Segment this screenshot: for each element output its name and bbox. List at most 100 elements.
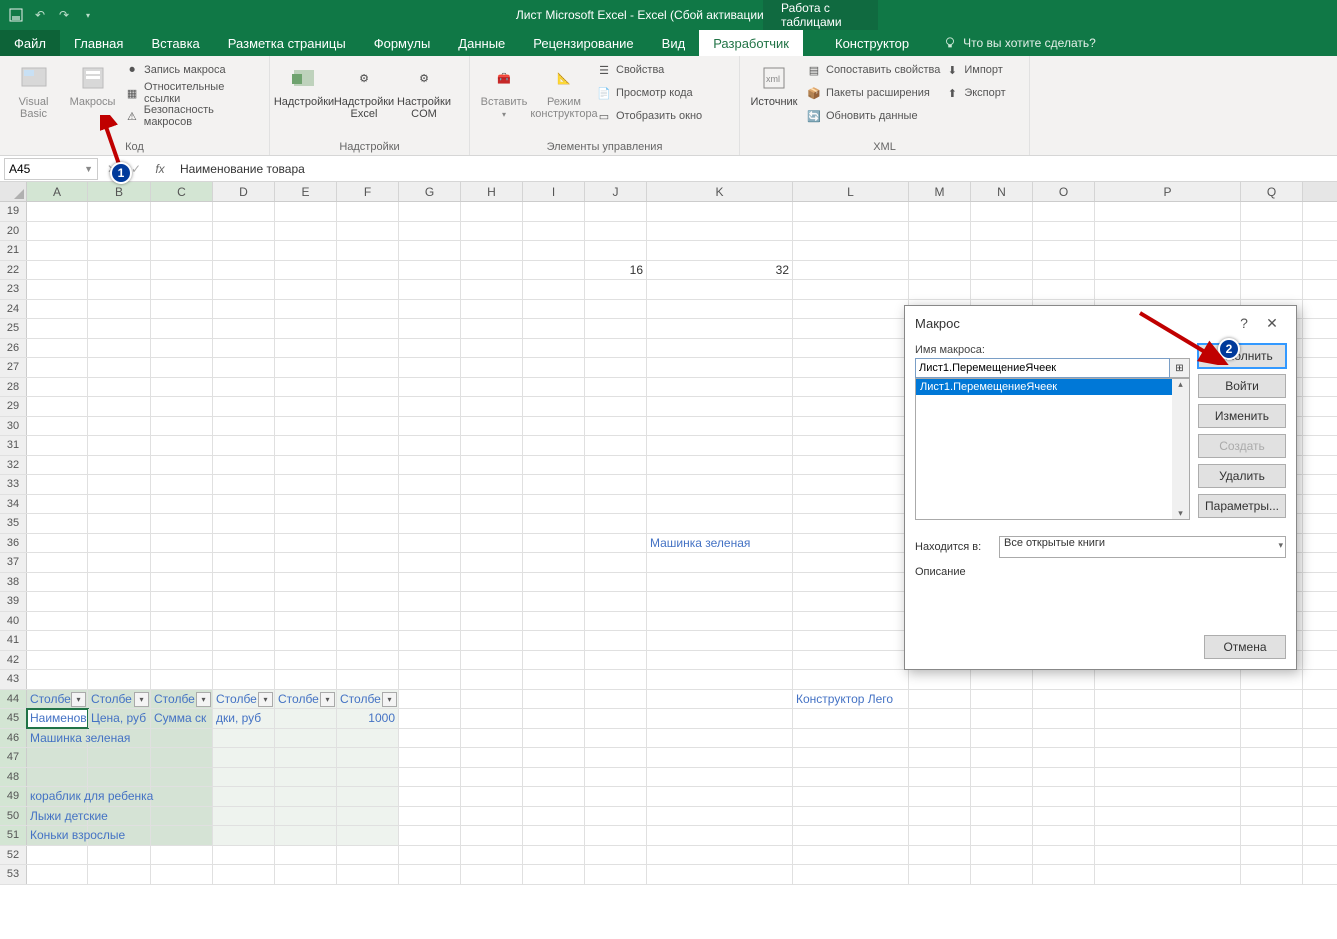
cell[interactable] bbox=[275, 553, 337, 572]
qat-dropdown-icon[interactable]: ▾ bbox=[78, 5, 98, 25]
cell[interactable] bbox=[27, 222, 88, 241]
cell[interactable] bbox=[337, 514, 399, 533]
cell[interactable] bbox=[213, 417, 275, 436]
cell[interactable] bbox=[27, 651, 88, 670]
cell[interactable] bbox=[399, 865, 461, 884]
cell[interactable] bbox=[151, 339, 213, 358]
cell[interactable] bbox=[27, 514, 88, 533]
cell[interactable] bbox=[151, 514, 213, 533]
chevron-down-icon[interactable]: ▼ bbox=[84, 164, 93, 174]
cell[interactable] bbox=[151, 202, 213, 221]
cell[interactable] bbox=[27, 280, 88, 299]
cell[interactable] bbox=[1033, 748, 1095, 767]
cell[interactable] bbox=[909, 690, 971, 709]
cell[interactable] bbox=[151, 241, 213, 260]
cell[interactable] bbox=[461, 436, 523, 455]
redo-icon[interactable]: ↷ bbox=[54, 5, 74, 25]
cell[interactable] bbox=[399, 319, 461, 338]
cell[interactable] bbox=[337, 631, 399, 650]
cell[interactable] bbox=[793, 261, 909, 280]
cell[interactable] bbox=[1241, 846, 1303, 865]
cell[interactable] bbox=[399, 339, 461, 358]
cell[interactable] bbox=[461, 787, 523, 806]
cell[interactable] bbox=[523, 436, 585, 455]
cell[interactable] bbox=[1095, 241, 1241, 260]
cell[interactable] bbox=[585, 222, 647, 241]
col-header-H[interactable]: H bbox=[461, 182, 523, 201]
row-header[interactable]: 53 bbox=[0, 865, 27, 884]
cell[interactable] bbox=[461, 397, 523, 416]
row-header[interactable]: 44 bbox=[0, 690, 27, 709]
cell[interactable] bbox=[151, 280, 213, 299]
tab-developer[interactable]: Разработчик bbox=[699, 30, 803, 56]
cell[interactable] bbox=[213, 865, 275, 884]
cell[interactable] bbox=[793, 768, 909, 787]
cell[interactable] bbox=[213, 573, 275, 592]
cell[interactable] bbox=[793, 222, 909, 241]
cell[interactable] bbox=[793, 397, 909, 416]
cell[interactable] bbox=[1033, 241, 1095, 260]
cell[interactable] bbox=[523, 807, 585, 826]
properties-button[interactable]: ☰Свойства bbox=[596, 60, 702, 80]
cell[interactable] bbox=[909, 202, 971, 221]
cell[interactable] bbox=[585, 690, 647, 709]
cell[interactable] bbox=[213, 768, 275, 787]
cell[interactable] bbox=[971, 280, 1033, 299]
cell[interactable] bbox=[337, 846, 399, 865]
cell[interactable] bbox=[275, 475, 337, 494]
cell[interactable] bbox=[27, 534, 88, 553]
cell[interactable] bbox=[461, 553, 523, 572]
cell[interactable] bbox=[88, 846, 151, 865]
cell[interactable] bbox=[793, 300, 909, 319]
cell[interactable] bbox=[88, 534, 151, 553]
cell[interactable] bbox=[27, 612, 88, 631]
cell[interactable] bbox=[647, 670, 793, 689]
cell[interactable] bbox=[337, 241, 399, 260]
cell[interactable] bbox=[909, 826, 971, 845]
row-header[interactable]: 36 bbox=[0, 534, 27, 553]
cell[interactable] bbox=[151, 495, 213, 514]
cell[interactable] bbox=[399, 417, 461, 436]
cell[interactable] bbox=[151, 319, 213, 338]
col-header-L[interactable]: L bbox=[793, 182, 909, 201]
cell[interactable] bbox=[337, 202, 399, 221]
cell[interactable] bbox=[1241, 729, 1303, 748]
cell[interactable] bbox=[585, 826, 647, 845]
cell[interactable] bbox=[27, 573, 88, 592]
scroll-down-icon[interactable]: ▾ bbox=[1178, 508, 1183, 519]
cell[interactable] bbox=[585, 358, 647, 377]
cell[interactable] bbox=[909, 709, 971, 728]
cell[interactable] bbox=[1033, 865, 1095, 884]
save-icon[interactable] bbox=[6, 5, 26, 25]
cell[interactable] bbox=[909, 241, 971, 260]
cell[interactable]: Наименов bbox=[27, 709, 88, 728]
cell[interactable] bbox=[337, 358, 399, 377]
cell[interactable] bbox=[151, 397, 213, 416]
row-header[interactable]: 26 bbox=[0, 339, 27, 358]
cell[interactable] bbox=[1241, 748, 1303, 767]
cell[interactable] bbox=[461, 495, 523, 514]
cell[interactable] bbox=[337, 573, 399, 592]
cell[interactable] bbox=[793, 534, 909, 553]
tab-insert[interactable]: Вставка bbox=[137, 30, 213, 56]
cell[interactable] bbox=[337, 456, 399, 475]
row-header[interactable]: 29 bbox=[0, 397, 27, 416]
cell[interactable] bbox=[213, 670, 275, 689]
cell[interactable] bbox=[585, 534, 647, 553]
cell[interactable] bbox=[523, 358, 585, 377]
cell[interactable] bbox=[213, 748, 275, 767]
relative-refs-button[interactable]: ▦Относительные ссылки bbox=[124, 83, 263, 103]
cell[interactable] bbox=[461, 768, 523, 787]
cell[interactable]: Столбе▾ bbox=[213, 690, 275, 709]
cell[interactable] bbox=[793, 319, 909, 338]
cell[interactable] bbox=[213, 378, 275, 397]
cell[interactable] bbox=[27, 241, 88, 260]
cell[interactable] bbox=[151, 475, 213, 494]
cell[interactable] bbox=[337, 787, 399, 806]
cell[interactable] bbox=[275, 456, 337, 475]
cell[interactable] bbox=[793, 651, 909, 670]
cell[interactable] bbox=[213, 222, 275, 241]
cell[interactable] bbox=[971, 202, 1033, 221]
filter-dropdown-icon[interactable]: ▾ bbox=[382, 692, 397, 707]
cell[interactable] bbox=[1241, 768, 1303, 787]
